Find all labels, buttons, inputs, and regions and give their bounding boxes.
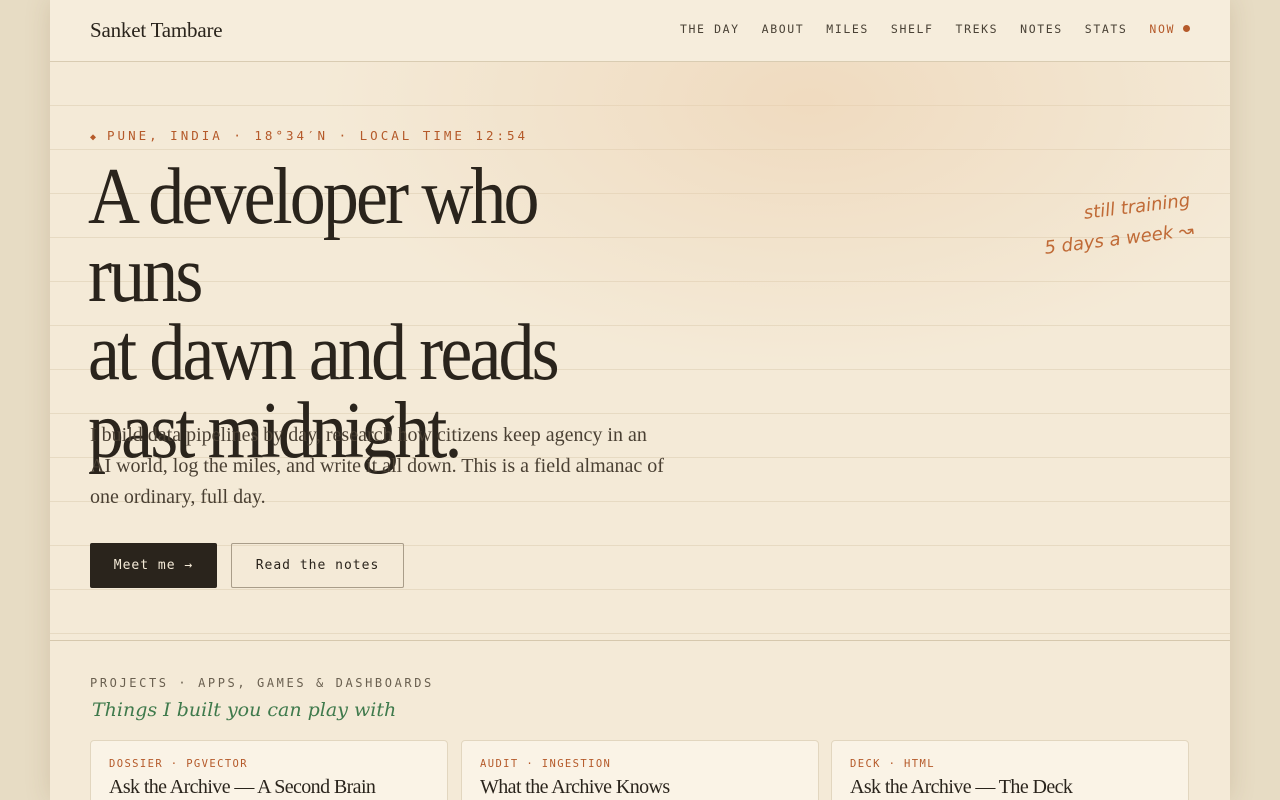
project-card[interactable]: DOSSIER · PGVECTOR Ask the Archive — A S… bbox=[90, 740, 448, 800]
nav-miles[interactable]: MILES bbox=[826, 22, 869, 36]
project-card-tag: AUDIT · INGESTION bbox=[480, 758, 612, 770]
project-card[interactable]: DECK · HTML Ask the Archive — The Deck bbox=[831, 740, 1189, 800]
nav-treks[interactable]: TREKS bbox=[956, 22, 999, 36]
page: Sanket Tambare THE DAY ABOUT MILES SHELF… bbox=[50, 0, 1230, 800]
headline-line-2: at dawn and reads bbox=[88, 309, 560, 397]
project-card-tag: DOSSIER · PGVECTOR bbox=[109, 758, 248, 770]
nav-notes[interactable]: NOTES bbox=[1020, 22, 1063, 36]
project-card-title: Ask the Archive — The Deck bbox=[850, 776, 1073, 798]
nav-stats[interactable]: STATS bbox=[1085, 22, 1128, 36]
nav-the-day[interactable]: THE DAY bbox=[680, 22, 740, 36]
projects-section: PROJECTS · APPS, GAMES & DASHBOARDS Thin… bbox=[50, 641, 1230, 800]
main-nav: THE DAY ABOUT MILES SHELF TREKS NOTES ST… bbox=[658, 22, 1190, 36]
live-dot-icon bbox=[1183, 25, 1190, 32]
nav-shelf[interactable]: SHELF bbox=[891, 22, 934, 36]
projects-label: PROJECTS · APPS, GAMES & DASHBOARDS bbox=[90, 676, 434, 690]
nav-now-label: NOW bbox=[1149, 22, 1175, 36]
hero-lede: I build data pipelines by day, research … bbox=[90, 424, 664, 508]
hero-section: ◆ PUNE, INDIA · 18°34′N · LOCAL TIME 12:5… bbox=[50, 62, 1230, 641]
site-brand[interactable]: Sanket Tambare bbox=[90, 18, 223, 43]
location-text: PUNE, INDIA · 18°34′N · LOCAL TIME 12:54 bbox=[107, 128, 529, 143]
projects-script-heading: Things I built you can play with bbox=[92, 699, 397, 721]
read-notes-button[interactable]: Read the notes bbox=[231, 543, 404, 588]
meet-me-button[interactable]: Meet me → bbox=[90, 543, 217, 588]
site-header: Sanket Tambare THE DAY ABOUT MILES SHELF… bbox=[50, 0, 1230, 62]
diamond-icon: ◆ bbox=[90, 132, 100, 143]
location-line: ◆ PUNE, INDIA · 18°34′N · LOCAL TIME 12:5… bbox=[90, 128, 528, 143]
project-card-title: Ask the Archive — A Second Brain bbox=[109, 776, 376, 798]
project-card-title: What the Archive Knows bbox=[480, 776, 670, 798]
project-card[interactable]: AUDIT · INGESTION What the Archive Knows bbox=[461, 740, 819, 800]
training-note: still training 5 days a week ↝ bbox=[1039, 186, 1195, 264]
headline-line-1: A developer who runs bbox=[88, 153, 540, 319]
project-card-tag: DECK · HTML bbox=[850, 758, 935, 770]
nav-now[interactable]: NOW bbox=[1149, 22, 1190, 36]
nav-about[interactable]: ABOUT bbox=[762, 22, 805, 36]
